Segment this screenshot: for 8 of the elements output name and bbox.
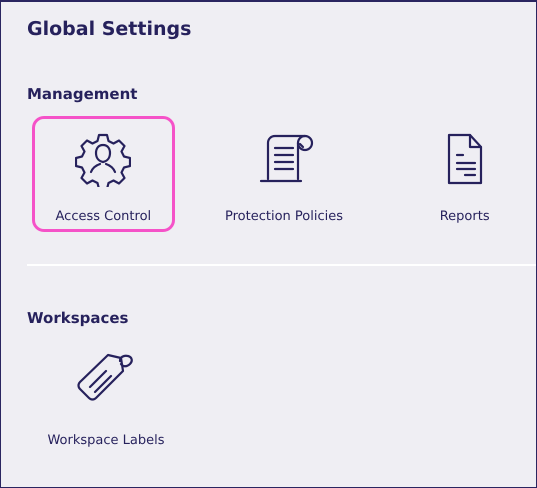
section-heading: Management (27, 84, 138, 104)
settings-tile[interactable]: Reports (393, 116, 536, 232)
settings-tile[interactable]: Protection Policies (212, 116, 356, 232)
page-title: Global Settings (27, 17, 192, 42)
settings-tile[interactable]: Access Control (32, 116, 175, 232)
settings-tile[interactable]: Workspace Labels (32, 340, 180, 456)
section-heading: Workspaces (27, 308, 130, 328)
gear-person-icon (75, 131, 132, 187)
